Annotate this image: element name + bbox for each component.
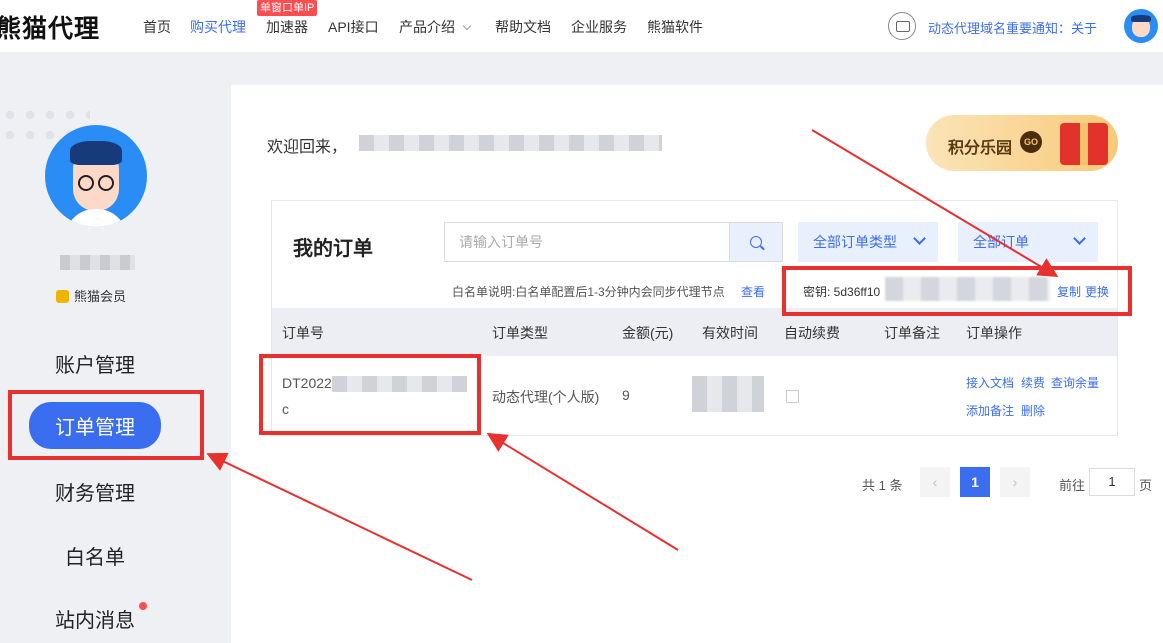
points-banner-label: 积分乐园: [948, 140, 1013, 157]
delete-link[interactable]: 删除: [1021, 402, 1045, 419]
avatar-glasses-left: [78, 175, 94, 191]
access-docs-link[interactable]: 接入文档: [966, 374, 1014, 391]
top-nav-bar: 熊猫代理 首页 购买代理 加速器 单窗口单IP API接口 产品介绍 帮助文档 …: [0, 0, 1163, 52]
order-search-input[interactable]: 请输入订单号: [444, 222, 730, 262]
nav-home[interactable]: 首页: [143, 17, 171, 37]
nav-enterprise[interactable]: 企业服务: [571, 17, 627, 37]
annotation-box-order-id: [259, 354, 481, 435]
goto-page-input[interactable]: 1: [1089, 468, 1135, 496]
site-logo[interactable]: 熊猫代理: [0, 9, 100, 45]
prev-page-button[interactable]: ‹: [920, 467, 950, 497]
sidebar-item-whitelist[interactable]: 白名单: [0, 541, 190, 570]
nav-help-docs[interactable]: 帮助文档: [495, 17, 551, 37]
search-icon[interactable]: [730, 222, 783, 262]
chevron-down-icon: [913, 232, 926, 245]
col-order-type: 订单类型: [492, 325, 548, 341]
col-auto-renew: 自动续费: [784, 325, 840, 341]
user-avatar[interactable]: [1124, 9, 1158, 43]
order-status-select[interactable]: 全部订单: [958, 222, 1098, 262]
nav-products-label: 产品介绍: [399, 19, 455, 35]
order-amount: 9: [622, 387, 630, 403]
member-label: 熊猫会员: [74, 289, 127, 304]
avatar-hair: [70, 141, 122, 165]
chevron-down-icon: [1073, 232, 1086, 245]
pagination-total: 共 1 条: [862, 478, 903, 493]
annotation-box-secret-key: [782, 266, 1132, 316]
col-order-id: 订单号: [282, 325, 324, 341]
welcome-text: 欢迎回来，: [267, 139, 348, 156]
renew-link[interactable]: 续费: [1021, 374, 1045, 391]
query-balance-link[interactable]: 查询余量: [1051, 374, 1099, 391]
whitelist-note: 白名单说明:白名单配置后1-3分钟内会同步代理节点: [452, 285, 725, 299]
unread-dot: [139, 602, 147, 610]
valid-time-redacted: [692, 376, 764, 412]
order-type-select-label: 全部订单类型: [813, 234, 897, 250]
col-remark: 订单备注: [884, 325, 940, 341]
auto-renew-checkbox[interactable]: [786, 390, 799, 403]
goto-label: 前往: [1059, 478, 1086, 493]
sidebar-item-account[interactable]: 账户管理: [0, 349, 190, 378]
nav-api[interactable]: API接口: [328, 17, 379, 37]
add-remark-link[interactable]: 添加备注: [966, 402, 1014, 419]
redacted-username: [359, 135, 662, 151]
notice-link[interactable]: 动态代理域名重要通知：关于: [928, 18, 1097, 37]
go-badge: GO: [1020, 131, 1042, 153]
orders-title: 我的订单: [293, 238, 373, 260]
nav-software[interactable]: 熊猫软件: [647, 17, 703, 37]
nav-accelerator[interactable]: 加速器: [266, 17, 308, 37]
sidebar-item-messages[interactable]: 站内消息: [0, 604, 190, 633]
nav-badge-single-ip: 单窗口单IP: [257, 0, 318, 16]
gift-icon: [1060, 123, 1108, 165]
crown-icon: [56, 290, 69, 303]
sidebar: 熊猫会员 账户管理 订单管理 财务管理 白名单 站内消息: [0, 85, 230, 643]
col-actions: 订单操作: [966, 325, 1022, 341]
page-1-button[interactable]: 1: [960, 467, 990, 497]
order-status-select-label: 全部订单: [973, 234, 1029, 250]
view-whitelist-link[interactable]: 查看: [741, 283, 765, 300]
annotation-box-orders-menu: [8, 390, 204, 460]
nav-products[interactable]: 产品介绍: [399, 17, 472, 37]
message-icon[interactable]: [888, 12, 916, 40]
username-redacted: [60, 255, 135, 270]
goto-suffix: 页: [1139, 478, 1153, 493]
nav-buy-proxy[interactable]: 购买代理: [190, 17, 246, 37]
avatar-shirt: [65, 209, 127, 227]
next-page-button[interactable]: ›: [1000, 467, 1030, 497]
points-banner[interactable]: 积分乐园 GO: [926, 115, 1118, 171]
col-valid-time: 有效时间: [702, 325, 758, 341]
avatar-hair: [1131, 15, 1151, 22]
avatar-glasses-right: [98, 175, 114, 191]
member-level: 熊猫会员: [56, 286, 126, 305]
order-type-select[interactable]: 全部订单类型: [798, 222, 938, 262]
col-amount: 金额(元): [622, 325, 674, 341]
profile-avatar: [45, 125, 147, 227]
sidebar-item-finance[interactable]: 财务管理: [0, 477, 190, 506]
chevron-down-icon: [462, 21, 472, 31]
order-type: 动态代理(个人版): [492, 389, 600, 405]
